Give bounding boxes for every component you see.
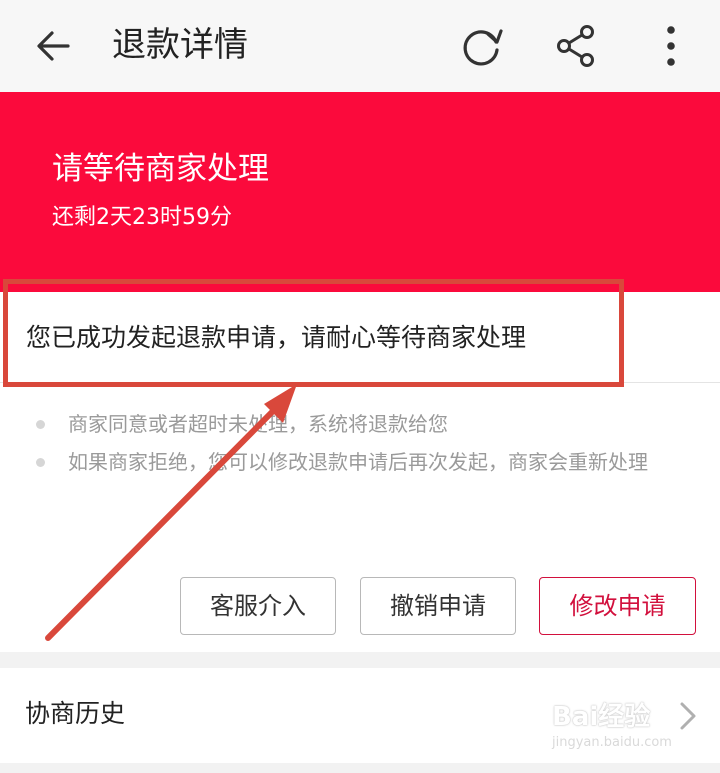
cancel-request-button[interactable]: 撤销申请 — [360, 577, 516, 635]
tip-text: 商家同意或者超时未处理，系统将退款给您 — [68, 412, 448, 436]
more-vertical-icon[interactable] — [650, 20, 692, 72]
refund-notice-card: 您已成功发起退款申请，请耐心等待商家处理 商家同意或者超时未处理，系统将退款给您… — [0, 292, 720, 652]
modify-request-button[interactable]: 修改申请 — [539, 577, 696, 635]
back-arrow-icon[interactable] — [30, 22, 78, 70]
divider — [0, 382, 720, 383]
tip-item: 商家同意或者超时未处理，系统将退款给您 — [30, 407, 700, 441]
bullet-dot-icon — [36, 420, 45, 429]
share-icon[interactable] — [552, 20, 600, 72]
customer-service-button[interactable]: 客服介入 — [180, 577, 336, 635]
history-label: 协商历史 — [25, 699, 126, 728]
app-bar: 退款详情 — [0, 0, 720, 92]
tip-text: 如果商家拒绝，您可以修改退款申请后再次发起，商家会重新处理 — [68, 450, 648, 474]
countdown-timer: 还剩2天23时59分 — [52, 205, 232, 230]
bullet-dot-icon — [36, 458, 45, 467]
refund-status: 请等待商家处理 — [52, 151, 269, 187]
status-banner: 请等待商家处理 还剩2天23时59分 — [0, 92, 720, 292]
notice-message: 您已成功发起退款申请，请耐心等待商家处理 — [26, 323, 527, 352]
page-title: 退款详情 — [112, 25, 248, 65]
watermark-url: jingyan.baidu.com — [552, 735, 672, 750]
refresh-icon[interactable] — [455, 20, 507, 72]
tips-list: 商家同意或者超时未处理，系统将退款给您 如果商家拒绝，您可以修改退款申请后再次发… — [30, 407, 700, 483]
watermark-logo-text: Bai经验 — [552, 702, 651, 732]
tip-item: 如果商家拒绝，您可以修改退款申请后再次发起，商家会重新处理 — [30, 445, 700, 479]
baidu-watermark: Bai经验 jingyan.baidu.com — [552, 700, 702, 760]
